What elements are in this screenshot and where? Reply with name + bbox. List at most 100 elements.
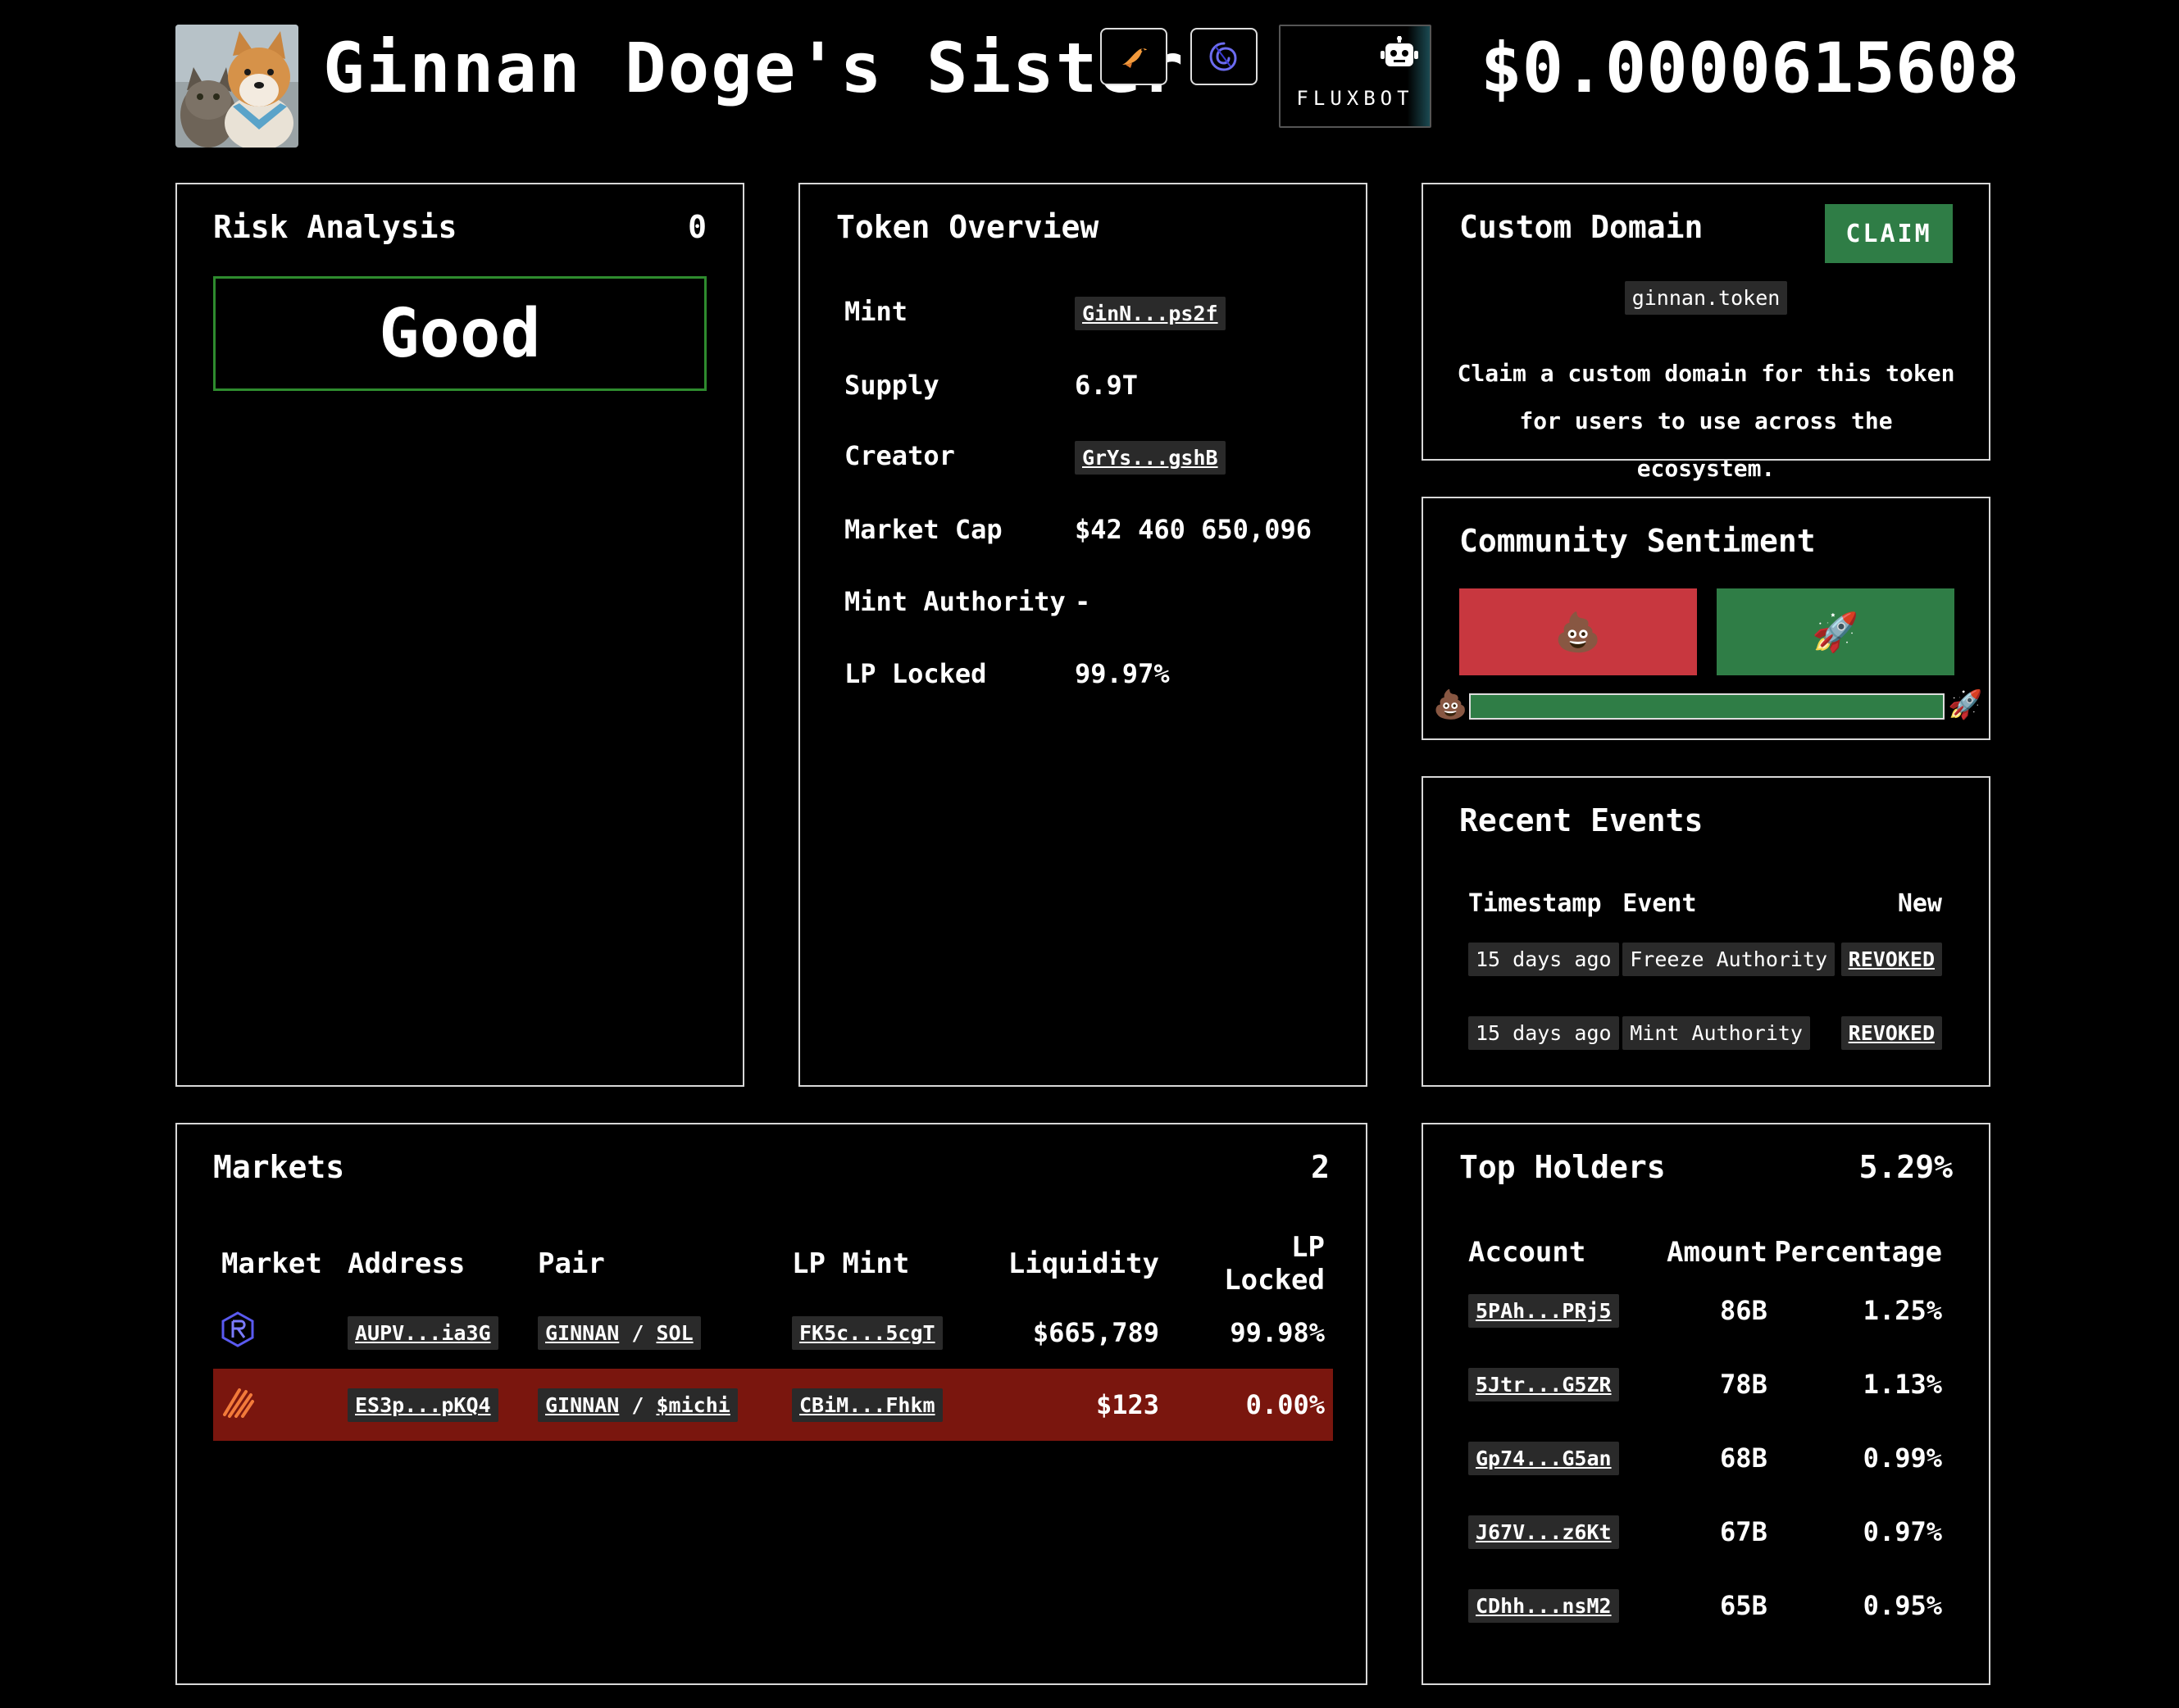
pair-quote-link[interactable]: SOL bbox=[656, 1321, 693, 1345]
holder-account-link[interactable]: 5Jtr...G5ZR bbox=[1468, 1368, 1619, 1401]
overview-label-mint: Mint bbox=[844, 296, 908, 327]
holder-percentage: 1.25% bbox=[1863, 1295, 1942, 1326]
holder-amount: 67B bbox=[1720, 1516, 1767, 1547]
table-row: J67V...z6Kt 67B 0.97% bbox=[1467, 1495, 1943, 1569]
token-avatar bbox=[175, 25, 298, 148]
spiral-icon bbox=[1209, 42, 1237, 71]
risk-rating-label: Good bbox=[379, 294, 541, 373]
markets-header-lp-locked: LP Locked bbox=[1224, 1231, 1325, 1297]
mint-address-link[interactable]: GinN...ps2f bbox=[1075, 297, 1226, 330]
lp-mint-link[interactable]: FK5c...5cgT bbox=[792, 1316, 943, 1350]
holder-account-link[interactable]: 5PAh...PRj5 bbox=[1468, 1294, 1619, 1328]
overview-label-mint-authority: Mint Authority bbox=[844, 586, 1066, 617]
events-header-new: New bbox=[1897, 888, 1942, 918]
market-lp-locked: 99.98% bbox=[1230, 1317, 1325, 1348]
recent-events-title: Recent Events bbox=[1459, 802, 1704, 838]
raydium-icon bbox=[221, 1311, 254, 1347]
top-holders-panel: Top Holders 5.29% Account Amount Percent… bbox=[1422, 1123, 1990, 1685]
holder-amount: 65B bbox=[1720, 1590, 1767, 1621]
domain-name-badge: ginnan.token bbox=[1624, 281, 1788, 315]
robot-icon bbox=[1381, 36, 1418, 66]
holder-account-link[interactable]: CDhh...nsM2 bbox=[1468, 1589, 1619, 1623]
pair-badge: GINNAN / SOL bbox=[538, 1316, 701, 1350]
table-row: 5PAh...PRj5 86B 1.25% bbox=[1467, 1274, 1943, 1347]
sentiment-bar bbox=[1469, 693, 1945, 720]
market-address-link[interactable]: AUPV...ia3G bbox=[348, 1316, 498, 1350]
lp-mint-link[interactable]: CBiM...Fhkm bbox=[792, 1388, 943, 1422]
pair-base-link[interactable]: GINNAN bbox=[545, 1321, 619, 1345]
sentiment-bar-fill bbox=[1471, 695, 1943, 718]
domain-description: Claim a custom domain for this token for… bbox=[1457, 360, 1955, 482]
market-address-link[interactable]: ES3p...pKQ4 bbox=[348, 1388, 498, 1422]
bird-icon bbox=[1122, 48, 1147, 68]
token-overview-panel: Token Overview Mint GinN...ps2f Supply 6… bbox=[798, 183, 1367, 1087]
holder-amount: 78B bbox=[1720, 1369, 1767, 1400]
risk-analysis-panel: Risk Analysis 0 Good bbox=[175, 183, 744, 1087]
markets-header-market: Market bbox=[221, 1247, 322, 1280]
bar-poop-icon: 💩 bbox=[1433, 688, 1468, 721]
pair-quote-link[interactable]: $michi bbox=[656, 1393, 730, 1417]
holder-amount: 86B bbox=[1720, 1295, 1767, 1326]
holders-header-percentage: Percentage bbox=[1774, 1236, 1942, 1269]
holder-percentage: 0.95% bbox=[1863, 1590, 1942, 1621]
community-sentiment-panel: Community Sentiment 💩 🚀 💩 🚀 bbox=[1422, 497, 1990, 740]
vote-bullish-button[interactable]: 🚀 bbox=[1717, 588, 1954, 675]
creator-address-link[interactable]: GrYs...gshB bbox=[1075, 441, 1226, 475]
risk-rating-badge: Good bbox=[213, 276, 707, 391]
pair-badge: GINNAN / $michi bbox=[538, 1388, 738, 1422]
meteora-icon bbox=[223, 1388, 254, 1418]
lp-locked-value: 99.97% bbox=[1075, 658, 1170, 689]
holder-account-link[interactable]: J67V...z6Kt bbox=[1468, 1515, 1619, 1549]
pair-separator: / bbox=[631, 1393, 657, 1417]
event-name: Freeze Authority bbox=[1622, 942, 1836, 976]
pair-base-link[interactable]: GINNAN bbox=[545, 1393, 619, 1417]
table-row: 5Jtr...G5ZR 78B 1.13% bbox=[1467, 1347, 1943, 1421]
holder-percentage: 0.99% bbox=[1863, 1442, 1942, 1474]
fluxbot-button[interactable]: FLUXBOT bbox=[1279, 25, 1431, 128]
event-new-value-link[interactable]: REVOKED bbox=[1840, 1015, 1942, 1050]
table-row[interactable]: AUPV...ia3G GINNAN / SOL FK5c...5cgT $66… bbox=[213, 1297, 1333, 1369]
event-timestamp: 15 days ago bbox=[1468, 942, 1619, 976]
birdeye-button[interactable] bbox=[1100, 28, 1167, 85]
bar-rocket-icon: 🚀 bbox=[1948, 688, 1983, 721]
holder-percentage: 1.13% bbox=[1863, 1369, 1942, 1400]
holder-amount: 68B bbox=[1720, 1442, 1767, 1474]
custom-domain-panel: Custom Domain CLAIM ginnan.token Claim a… bbox=[1422, 183, 1990, 482]
market-liquidity: $665,789 bbox=[1032, 1317, 1159, 1348]
markets-title: Markets bbox=[213, 1149, 345, 1185]
event-new-value-link[interactable]: REVOKED bbox=[1840, 942, 1942, 976]
risk-analysis-title: Risk Analysis bbox=[213, 209, 457, 245]
custom-domain-title: Custom Domain bbox=[1459, 209, 1704, 245]
risk-score: 0 bbox=[688, 209, 707, 245]
top-holders-title: Top Holders bbox=[1459, 1149, 1666, 1185]
markets-table: Market Address Pair LP Mint Liquidity LP… bbox=[213, 1231, 1333, 1441]
top-holders-table: Account Amount Percentage 5PAh...PRj5 86… bbox=[1467, 1231, 1943, 1642]
overview-label-lp-locked: LP Locked bbox=[844, 658, 987, 689]
overview-label-market-cap: Market Cap bbox=[844, 514, 1003, 545]
markets-panel: Markets 2 Market Address Pair LP Mint Li… bbox=[175, 1123, 1367, 1685]
pair-separator: / bbox=[631, 1321, 657, 1345]
top-holders-total: 5.29% bbox=[1858, 1149, 1953, 1185]
holder-account-link[interactable]: Gp74...G5an bbox=[1468, 1442, 1619, 1475]
header: Ginnan Doge's Sister FLUXBOT $0.00006156… bbox=[0, 0, 2179, 156]
token-title: Ginnan Doge's Sister bbox=[323, 28, 1185, 108]
claim-button[interactable]: CLAIM bbox=[1825, 204, 1953, 263]
markets-header-pair: Pair bbox=[538, 1247, 605, 1280]
market-lp-locked: 0.00% bbox=[1167, 1369, 1333, 1441]
vote-bearish-button[interactable]: 💩 bbox=[1459, 588, 1697, 675]
markets-header-address: Address bbox=[348, 1247, 466, 1280]
events-header-timestamp: Timestamp bbox=[1468, 888, 1602, 918]
fluxbot-label: FLUXBOT bbox=[1296, 87, 1414, 110]
holders-header-account: Account bbox=[1468, 1236, 1586, 1269]
table-row: Gp74...G5an 68B 0.99% bbox=[1467, 1421, 1943, 1495]
holders-header-amount: Amount bbox=[1667, 1236, 1767, 1269]
event-timestamp: 15 days ago bbox=[1468, 1015, 1619, 1050]
table-row[interactable]: ES3p...pKQ4 GINNAN / $michi CBiM...Fhkm … bbox=[213, 1369, 1333, 1441]
table-row: 15 days ago Freeze Authority REVOKED bbox=[1467, 922, 1943, 996]
solscan-button[interactable] bbox=[1190, 28, 1258, 85]
holder-percentage: 0.97% bbox=[1863, 1516, 1942, 1547]
markets-header-lp-mint: LP Mint bbox=[792, 1247, 910, 1280]
rocket-icon: 🚀 bbox=[1812, 610, 1859, 653]
table-row: CDhh...nsM2 65B 0.95% bbox=[1467, 1569, 1943, 1642]
token-price: $0.0000615608 bbox=[1481, 28, 2020, 108]
